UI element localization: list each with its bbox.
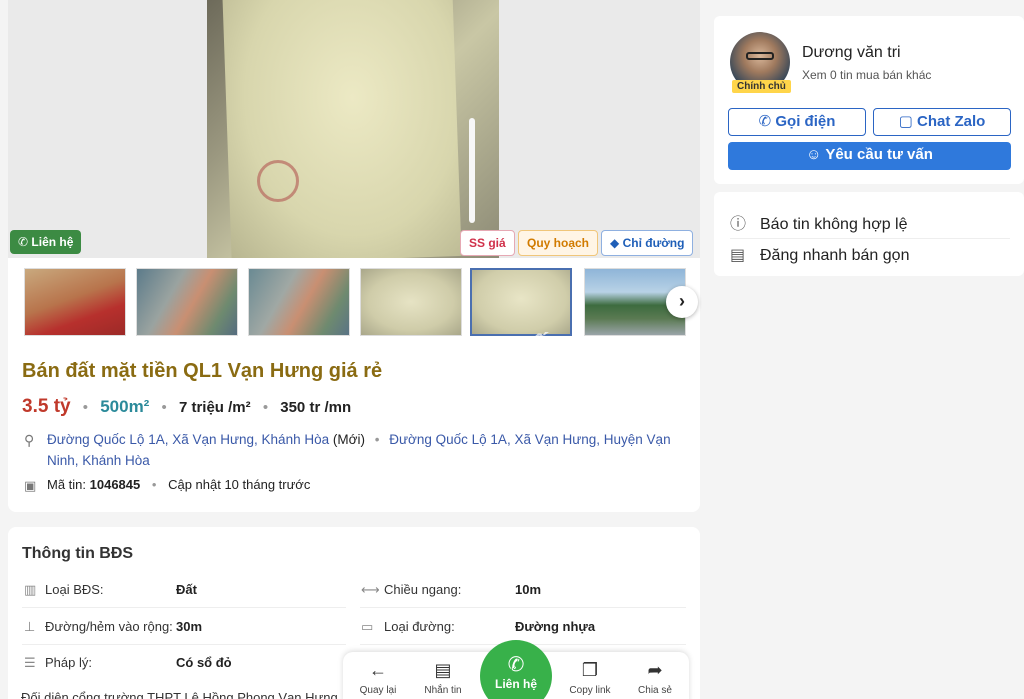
listing-meta: Mã tin: 1046845 • Cập nhật 10 tháng trướ… [47, 477, 311, 492]
seller-card: Chính chủ Dương văn tri Xem 0 tin mua bá… [714, 16, 1024, 184]
location-pin-icon: ⚲ [24, 432, 35, 448]
phone-icon: ✆ [507, 654, 525, 676]
detail-label: Chiều ngang: [384, 582, 462, 597]
thumbnail[interactable] [248, 268, 350, 336]
main-photo[interactable] [207, 0, 499, 258]
directions-icon: ◆ [610, 236, 620, 250]
phone-icon: ✆ [758, 113, 772, 130]
divider [22, 607, 346, 608]
separator-dot: • [151, 477, 157, 492]
land-certificate-photo [222, 0, 462, 258]
planning-button[interactable]: Quy hoạch [518, 230, 599, 256]
floating-action-bar: ← Quay lại ▤ Nhắn tin ✆ Liên hệ ❐ Copy l… [343, 640, 689, 699]
details-title: Thông tin BĐS [22, 545, 134, 562]
detail-value: 30m [176, 619, 203, 634]
detail-value: Đường nhựa [515, 619, 596, 634]
thumbnail[interactable] [24, 268, 126, 336]
price: 3.5 tỷ [22, 396, 71, 417]
next-arrow-icon[interactable]: › [666, 286, 698, 318]
description-text: Đối diện cổng trường THPT Lê Hồng Phong … [21, 690, 338, 699]
listing-title: Bán đất mặt tiền QL1 Vạn Hưng giá rẻ [22, 360, 383, 382]
seller-name[interactable]: Dương văn tri [802, 44, 901, 62]
building-icon: ▥ [24, 582, 37, 597]
document-icon: ☰ [24, 655, 36, 670]
report-listing-link[interactable]: ⓘ Báo tin không hợp lệ [730, 210, 907, 234]
address-new-tag: (Mới) [332, 432, 365, 447]
calendar-icon: ▣ [24, 478, 37, 493]
copy-icon: ❐ [581, 660, 599, 680]
separator-dot: • [82, 399, 89, 416]
compare-price-button[interactable]: SS giá [460, 230, 515, 256]
detail-label: Đường/hẻm vào rộng: [45, 619, 173, 634]
thumbnail[interactable] [136, 268, 238, 336]
contact-button[interactable]: ✆ Liên hệ [10, 230, 82, 254]
address: Đường Quốc Lộ 1A, Xã Vạn Hưng, Khánh Hòa… [47, 429, 677, 471]
thumbnail-strip: › [8, 258, 700, 346]
address-new-link[interactable]: Đường Quốc Lộ 1A, Xã Vạn Hưng, Khánh Hòa [47, 432, 329, 447]
phone-icon: ✆ [18, 235, 29, 249]
request-consultation-button[interactable]: ☺ Yêu cầu tư vấn [728, 142, 1011, 170]
separator-dot: • [374, 432, 380, 447]
storefront-icon: ▤ [730, 247, 746, 264]
detail-value: Đất [176, 582, 197, 597]
divider [360, 607, 686, 608]
listing-info-card: Bán đất mặt tiền QL1 Vạn Hưng giá rẻ 3.5… [8, 346, 700, 512]
listing-id: 1046845 [89, 477, 141, 492]
separator-dot: • [262, 399, 269, 416]
separator-dot: • [161, 399, 167, 416]
image-gallery[interactable]: ✆ Liên hệ SS giá Quy hoạch ◆ Chỉ đường [8, 0, 700, 258]
chat-icon: ▤ [434, 660, 452, 680]
road-width-icon: ⊥ [24, 619, 36, 634]
actions-card: ⓘ Báo tin không hợp lệ ▤ Đăng nhanh bán gọ… [714, 192, 1024, 276]
owner-badge: Chính chủ [732, 80, 791, 93]
detail-label: Pháp lý: [45, 655, 92, 670]
red-stamp [257, 160, 299, 202]
copy-link-button[interactable]: ❐ Copy link [560, 660, 620, 696]
thumbnail-active[interactable] [470, 268, 572, 336]
glasses-detail [746, 52, 774, 60]
detail-value: Có sổ đỏ [176, 655, 232, 670]
chat-zalo-button[interactable]: ▢ Chat Zalo [873, 108, 1011, 136]
detail-value: 10m [515, 582, 542, 597]
quick-sell-link[interactable]: ▤ Đăng nhanh bán gọn [730, 245, 909, 265]
message-button[interactable]: ▤ Nhắn tin [413, 660, 473, 696]
share-button[interactable]: ➦ Chia sẻ [625, 660, 685, 696]
share-icon: ➦ [647, 660, 663, 680]
divider [730, 238, 1010, 239]
alert-icon: ⓘ [730, 216, 747, 233]
thumbnail[interactable] [360, 268, 462, 336]
price-per-mn: 350 tr /mn [280, 399, 352, 416]
back-button[interactable]: ← Quay lại [348, 660, 408, 696]
divider [22, 644, 346, 645]
updated-time: Cập nhật 10 tháng trước [168, 477, 311, 492]
arrow-left-icon: ← [369, 660, 387, 680]
price-per-m2: 7 triệu /m² [178, 399, 251, 416]
width-icon: ⟷ [361, 582, 380, 597]
directions-button[interactable]: ◆ Chỉ đường [601, 230, 694, 256]
price-row: 3.5 tỷ • 500m² • 7 triệu /m² • 350 tr /m… [22, 396, 351, 418]
seller-other-listings-link[interactable]: Xem 0 tin mua bán khác [802, 68, 931, 82]
road-type-icon: ▭ [361, 619, 374, 634]
detail-label: Loại BĐS: [45, 582, 104, 597]
light-reflection [469, 118, 475, 223]
call-button[interactable]: ✆ Gọi điện [728, 108, 866, 136]
user-icon: ☺ [806, 146, 822, 163]
detail-label: Loại đường: [384, 619, 455, 634]
area: 500m² [100, 397, 150, 416]
zalo-icon: ▢ [898, 113, 913, 130]
